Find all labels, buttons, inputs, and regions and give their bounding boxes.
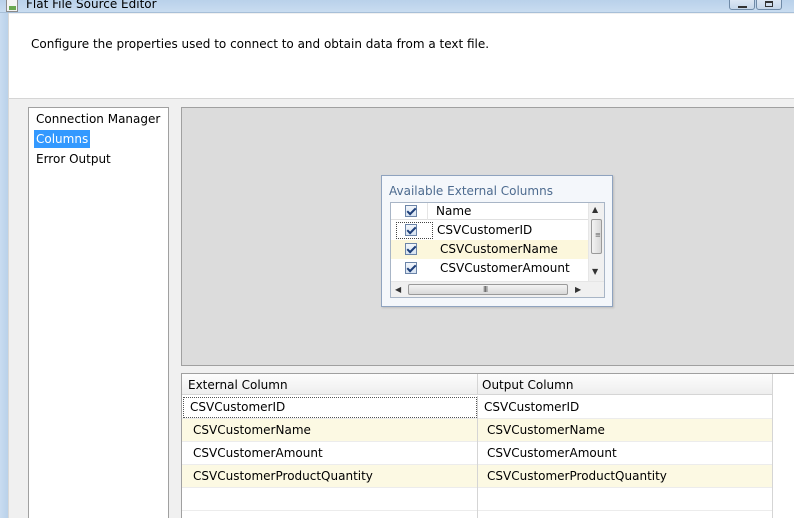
grip-icon: III	[483, 285, 488, 294]
external-column-cell[interactable]: CSVCustomerID	[190, 400, 285, 414]
header-panel: Configure the properties used to connect…	[9, 14, 794, 99]
list-header: Name	[391, 203, 589, 220]
minimize-button[interactable]	[729, 0, 755, 10]
grid-header: External Column Output Column	[182, 374, 772, 395]
maximize-icon	[765, 1, 773, 7]
name-column-header: Name	[436, 204, 472, 218]
column-name: CSVCustomerID	[437, 223, 533, 237]
column-name: CSVCustomerName	[440, 242, 558, 256]
external-column-cell[interactable]: CSVCustomerProductQuantity	[193, 469, 373, 483]
output-column-header[interactable]: Output Column	[482, 378, 573, 392]
list-item[interactable]: CSVCustomerName	[391, 240, 589, 259]
page-description: Configure the properties used to connect…	[31, 37, 490, 51]
column-mapping-grid: External Column Output Column CSVCustome…	[181, 373, 794, 518]
nav-item-connection-manager[interactable]: Connection Manager	[34, 110, 162, 128]
column-divider[interactable]	[477, 374, 478, 395]
scroll-down-icon[interactable]: ▼	[592, 267, 598, 276]
external-column-cell[interactable]: CSVCustomerAmount	[193, 446, 323, 460]
list-item[interactable]: CSVCustomerAmount	[391, 259, 589, 278]
column-checkbox[interactable]	[405, 243, 417, 255]
external-columns-list: Name CSVCustomerID CSVCustomerName CSVCu…	[390, 202, 605, 298]
scroll-left-icon[interactable]: ◀	[395, 285, 401, 294]
column-checkbox[interactable]	[405, 262, 417, 274]
page-navigation: Connection Manager Columns Error Output	[28, 107, 169, 518]
output-column-cell[interactable]: CSVCustomerName	[487, 423, 605, 437]
column-divider	[477, 396, 478, 518]
nav-item-error-output[interactable]: Error Output	[34, 150, 113, 168]
external-column-header[interactable]: External Column	[188, 378, 288, 392]
grip-icon: ≡	[595, 231, 601, 239]
scroll-up-icon[interactable]: ▲	[592, 205, 598, 214]
output-column-cell[interactable]: CSVCustomerID	[484, 400, 579, 414]
column-checkbox[interactable]	[405, 224, 417, 236]
available-external-columns-panel: Available External Columns Name CSVCusto…	[381, 175, 613, 307]
nav-item-columns[interactable]: Columns	[34, 130, 91, 148]
output-column-cell[interactable]: CSVCustomerAmount	[487, 446, 617, 460]
output-column-cell[interactable]: CSVCustomerProductQuantity	[487, 469, 667, 483]
panel-title: Available External Columns	[389, 184, 553, 198]
window-controls	[728, 0, 782, 10]
grid-right-margin	[772, 374, 794, 518]
minimize-icon	[738, 6, 747, 8]
title-bar: Flat File Source Editor	[0, 0, 794, 13]
vertical-scroll-thumb[interactable]: ≡	[591, 219, 602, 254]
horizontal-scroll-thumb[interactable]: III	[408, 284, 568, 295]
select-all-checkbox[interactable]	[405, 205, 417, 217]
horizontal-scrollbar[interactable]: ◀ III ▶	[391, 281, 604, 297]
vertical-scrollbar[interactable]: ▲ ≡ ▼	[588, 203, 604, 281]
app-icon	[6, 0, 18, 12]
maximize-button[interactable]	[756, 0, 782, 10]
external-column-cell[interactable]: CSVCustomerName	[193, 423, 311, 437]
list-item[interactable]: CSVCustomerID	[391, 221, 589, 240]
scroll-right-icon[interactable]: ▶	[575, 285, 581, 294]
window-border	[0, 13, 8, 518]
header-divider	[427, 203, 428, 220]
column-name: CSVCustomerAmount	[440, 261, 570, 275]
window-title: Flat File Source Editor	[26, 0, 157, 11]
